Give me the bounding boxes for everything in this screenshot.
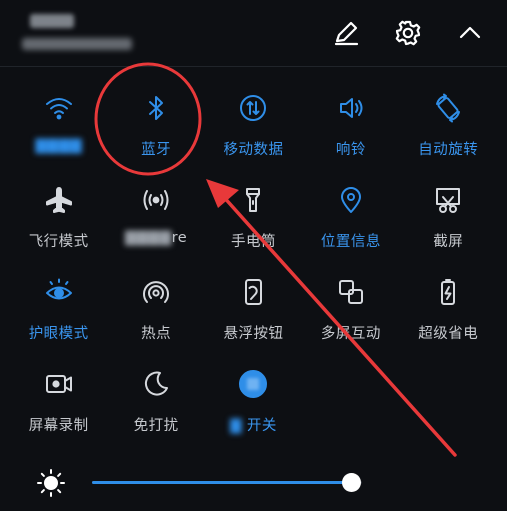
tile-label: 位置信息 (320, 234, 381, 250)
tile-screen-record[interactable]: 屏幕录制 (10, 360, 107, 452)
hotspot-icon (143, 281, 170, 303)
chevron-up-icon (459, 26, 481, 39)
wifi-icon (45, 98, 72, 120)
hotspot-share-icon (143, 190, 169, 210)
tile-wifi[interactable]: ▇▇▇▇ (10, 84, 107, 176)
settings-button[interactable] (391, 16, 425, 50)
sun-icon (37, 469, 65, 497)
tile-eye-comfort[interactable]: 护眼模式 (10, 268, 107, 360)
tile-label: 多屏互动 (320, 326, 381, 342)
tile-ring[interactable]: 响铃 (302, 84, 399, 176)
redacted-text: ▇▇▇▇ (125, 230, 172, 246)
quick-settings-grid: ▇▇▇▇ 蓝牙 移动数据 响铃 自动旋转 飞行模式 ▇▇▇▇re 手电筒 位置信… (10, 84, 497, 452)
tile-flashlight[interactable]: 手电筒 (205, 176, 302, 268)
brightness-slider-thumb[interactable] (341, 473, 361, 492)
brightness-row (0, 462, 507, 502)
tile-multi-screen[interactable]: 多屏互动 (302, 268, 399, 360)
tile-label: 截屏 (433, 234, 464, 250)
tile-hotspot-share[interactable]: ▇▇▇▇re (107, 176, 204, 268)
airplane-icon (45, 187, 72, 213)
tile-label: 护眼模式 (28, 326, 89, 342)
tile-location[interactable]: 位置信息 (302, 176, 399, 268)
battery-saver-icon (441, 279, 456, 305)
brightness-slider[interactable] (92, 473, 362, 492)
tile-label: 飞行模式 (29, 230, 89, 251)
bluetooth-icon (149, 96, 164, 120)
tile-hotspot[interactable]: 热点 (107, 268, 204, 360)
speaker-icon (339, 98, 363, 118)
screenshot-icon (436, 188, 461, 213)
tile-label: ▇ 开关 (230, 414, 277, 435)
flashlight-icon (246, 188, 261, 212)
screen-record-icon (45, 375, 72, 393)
multi-screen-icon (338, 280, 363, 304)
auto-rotate-icon (436, 93, 461, 123)
tile-label: 手电筒 (230, 234, 276, 250)
tile-nfc-switch[interactable]: ▇ 开关 (205, 360, 302, 452)
floating-button-icon (245, 279, 263, 305)
tile-airplane-mode[interactable]: 飞行模式 (10, 176, 107, 268)
tile-label: 自动旋转 (418, 142, 479, 158)
tile-screenshot[interactable]: 截屏 (400, 176, 497, 268)
tile-label: 超级省电 (418, 326, 479, 342)
header-actions (329, 16, 487, 50)
eye-icon (45, 278, 72, 300)
mobile-data-icon (240, 95, 267, 121)
edit-button[interactable] (329, 16, 363, 50)
redacted-text: ▇ (230, 418, 242, 434)
tile-do-not-disturb[interactable]: 免打扰 (107, 360, 204, 452)
gear-icon (395, 20, 421, 46)
tile-label: ▇▇▇▇re (125, 230, 187, 246)
moon-icon (145, 371, 169, 396)
tile-mobile-data[interactable]: 移动数据 (205, 84, 302, 176)
nfc-icon (239, 370, 268, 398)
tile-battery-saver[interactable]: 超级省电 (400, 268, 497, 360)
time-redacted (30, 14, 74, 28)
tile-label: 免打扰 (133, 418, 179, 434)
location-icon (340, 187, 361, 213)
tile-bluetooth[interactable]: 蓝牙 (107, 84, 204, 176)
tile-label-text: re (171, 230, 188, 246)
brightness-fill (92, 481, 352, 484)
pencil-icon (334, 21, 359, 46)
tile-label: 蓝牙 (141, 142, 172, 158)
tile-label: 悬浮按钮 (223, 326, 284, 342)
tile-label: 响铃 (335, 142, 366, 158)
tile-label: 屏幕录制 (28, 418, 89, 434)
brightness-icon (36, 468, 66, 498)
date-redacted (22, 38, 132, 50)
collapse-button[interactable] (453, 16, 487, 50)
tile-label-text: 开关 (246, 418, 277, 434)
status-bar-redacted (22, 10, 142, 56)
tile-label: ▇▇▇▇ (35, 138, 82, 154)
header-divider (0, 66, 507, 67)
tile-floating-button[interactable]: 悬浮按钮 (205, 268, 302, 360)
tile-label-text: 飞行模式 (28, 234, 89, 250)
tile-auto-rotate[interactable]: 自动旋转 (400, 84, 497, 176)
tile-label: 热点 (141, 326, 172, 342)
tile-label: 移动数据 (223, 142, 284, 158)
